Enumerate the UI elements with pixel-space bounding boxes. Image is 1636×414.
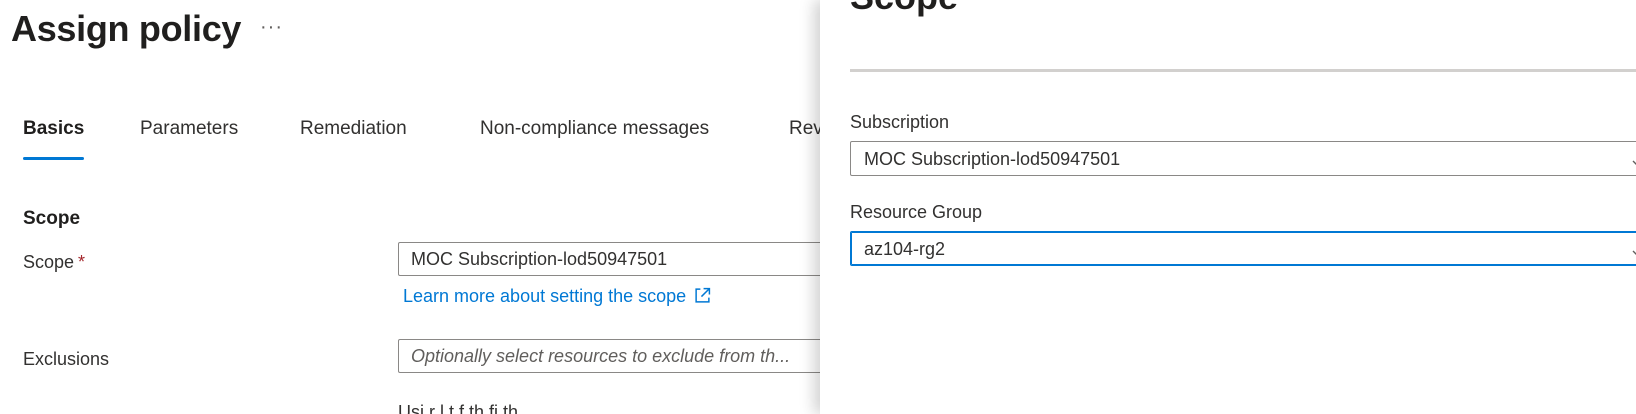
chevron-down-icon [1631, 243, 1636, 264]
chevron-down-icon [1631, 153, 1636, 174]
subscription-dropdown-value: MOC Subscription-lod50947501 [864, 149, 1121, 169]
assign-policy-blade: Assign policy ··· Basics Parameters Reme… [0, 0, 838, 414]
scope-label-text: Scope [23, 252, 75, 272]
learn-more-scope-link-text: Learn more about setting the scope [403, 286, 687, 306]
subscription-label: Subscription [850, 112, 950, 132]
required-indicator: * [78, 252, 86, 272]
tab-basics[interactable]: Basics [23, 118, 85, 162]
scope-label: Scope * [23, 252, 85, 273]
partial-description-text: Usi r l t f th fi th [398, 402, 519, 414]
section-heading-scope: Scope [23, 208, 81, 229]
scope-flyout-panel: Scope Subscription MOC Subscription-lod5… [820, 0, 1636, 414]
resource-group-dropdown[interactable]: az104-rg2 [850, 231, 1636, 266]
scope-field[interactable]: MOC Subscription-lod50947501 [398, 242, 838, 276]
tab-parameters[interactable]: Parameters [140, 118, 238, 162]
flyout-title: Scope [850, 0, 958, 18]
exclusions-field[interactable]: Optionally select resources to exclude f… [398, 339, 838, 373]
tab-non-compliance-messages[interactable]: Non-compliance messages [480, 118, 709, 162]
resource-group-dropdown-value: az104-rg2 [864, 239, 946, 259]
resource-group-label: Resource Group [850, 202, 983, 222]
more-options-button[interactable]: ··· [260, 16, 283, 39]
page-title: Assign policy [11, 8, 242, 49]
ellipsis-icon: ··· [260, 16, 283, 38]
exclusions-label: Exclusions [23, 349, 110, 369]
tab-review[interactable]: Rev [789, 118, 823, 162]
tab-remediation[interactable]: Remediation [300, 118, 407, 162]
flyout-divider [850, 69, 1636, 72]
subscription-dropdown[interactable]: MOC Subscription-lod50947501 [850, 141, 1636, 176]
page: Assign policy ··· Basics Parameters Reme… [0, 0, 1636, 414]
learn-more-scope-link[interactable]: Learn more about setting the scope [403, 286, 711, 309]
external-link-icon [694, 287, 711, 309]
